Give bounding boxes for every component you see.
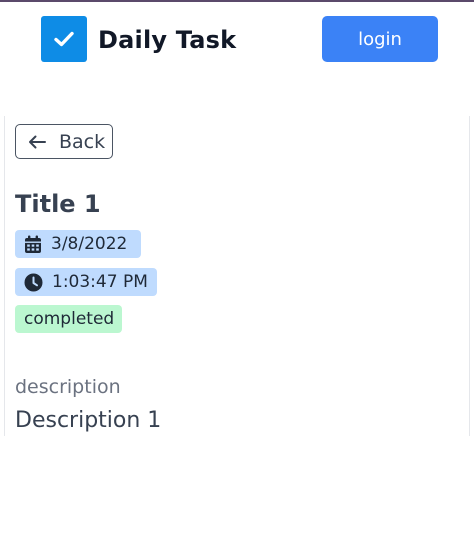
arrow-left-icon (28, 135, 46, 149)
status-badge: completed (15, 305, 122, 333)
date-badge: 3/8/2022 (15, 230, 141, 258)
task-time: 1:03:47 PM (52, 272, 148, 292)
login-button[interactable]: login (322, 16, 438, 62)
task-date: 3/8/2022 (51, 234, 128, 254)
calendar-icon (24, 235, 42, 254)
task-title: Title 1 (15, 190, 101, 218)
app-title: Daily Task (98, 26, 237, 54)
task-description: Description 1 (15, 408, 162, 433)
back-button-label: Back (59, 130, 106, 153)
clock-icon (24, 273, 43, 292)
check-square-icon (41, 16, 87, 62)
time-badge: 1:03:47 PM (15, 268, 157, 296)
task-detail-card: Back Title 1 3/8/2022 1:03:47 PM complet… (4, 116, 470, 436)
app-header: Daily Task login (0, 2, 474, 82)
back-button[interactable]: Back (15, 124, 113, 159)
description-label: description (15, 376, 121, 398)
